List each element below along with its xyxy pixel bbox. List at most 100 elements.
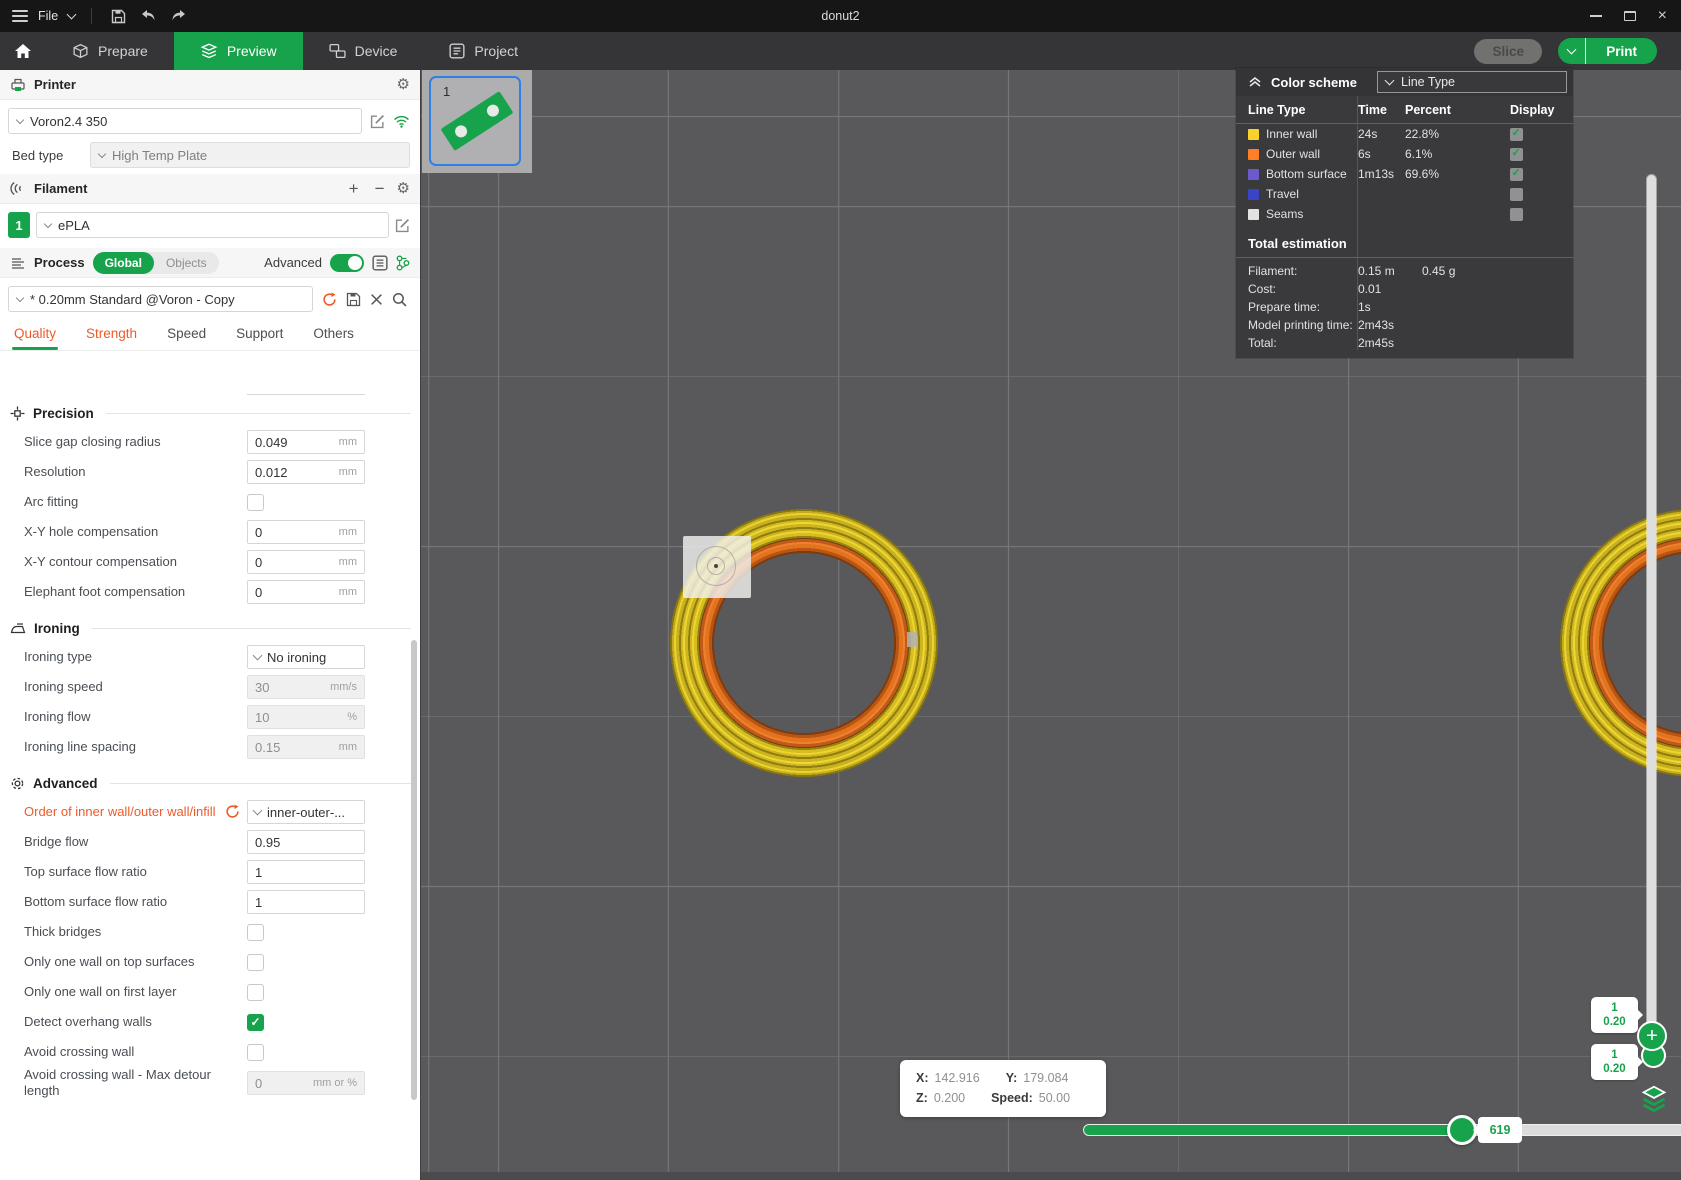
input-value: 0.012 [255,464,288,480]
process-tab-strength[interactable]: Strength [86,326,137,350]
nozzle-position-indicator [683,536,751,598]
line-type-time: 24s [1358,127,1378,141]
advanced-mode-label: Advanced [264,255,322,270]
remove-filament-button[interactable]: − [371,180,389,197]
process-preset-select[interactable]: * 0.20mm Standard @Voron - Copy [8,286,313,312]
tab-preview[interactable]: Preview [173,32,303,70]
hamburger-menu-icon[interactable] [12,10,28,22]
filament-settings-gear-icon[interactable]: ⚙ [397,181,410,196]
wifi-connection-icon[interactable] [393,115,410,128]
edit-printer-icon[interactable] [370,114,385,129]
move-slider-track[interactable] [1083,1124,1681,1136]
print-button[interactable]: Print [1558,38,1657,64]
setting-control [247,983,365,1001]
checkbox-unchecked[interactable] [247,1043,264,1061]
process-tab-others[interactable]: Others [313,326,354,350]
reset-preset-icon[interactable] [322,292,337,307]
setting-select[interactable]: inner-outer-... [247,800,365,824]
printer-settings-gear-icon[interactable]: ⚙ [397,77,410,92]
redo-icon[interactable] [168,7,188,25]
printer-select[interactable]: Voron2.4 350 [8,108,362,134]
setting-input[interactable]: 1 [247,860,365,884]
group-header-ironing: Ironing [0,607,421,642]
total-value-2: 0.45 g [1422,264,1456,278]
process-tab-support[interactable]: Support [236,326,283,350]
layers-stack-icon [1641,1085,1667,1113]
settings-scroll-area[interactable]: Precision Slice gap closing radius 0.049 mm… [0,392,421,1180]
setting-input[interactable]: 0 mm [247,520,365,544]
edit-filament-icon[interactable] [395,218,410,233]
slice-button[interactable]: Slice [1474,38,1543,64]
checkbox-unchecked[interactable] [247,953,264,971]
print-dropdown-chevron-icon[interactable] [1558,38,1587,64]
setting-input[interactable]: 0 mm [247,550,365,574]
display-checkbox-unchecked[interactable] [1510,207,1523,221]
y-value: 179.084 [1023,1071,1069,1085]
setting-input[interactable]: 0 mm [247,580,365,604]
setting-input[interactable]: 0.95 [247,830,365,854]
setting-control [247,493,365,511]
setting-select[interactable]: No ironing [247,645,365,669]
plate-thumbnail[interactable]: 1 [429,76,521,166]
setting-input[interactable]: 0.049 mm [247,430,365,454]
reset-setting-icon[interactable] [225,804,241,820]
save-preset-icon[interactable] [346,292,361,307]
undo-icon[interactable] [138,7,158,25]
setting-control [247,953,365,971]
process-tab-speed[interactable]: Speed [167,326,206,350]
view-mode-select[interactable]: Line Type [1377,71,1567,93]
chevron-down-icon [15,293,25,302]
filament-section-header: Filament + − ⚙ [0,174,420,204]
layer-slider-track[interactable] [1647,175,1656,1048]
setting-input[interactable]: 0.012 mm [247,460,365,484]
compare-presets-icon[interactable] [396,254,410,271]
tab-project[interactable]: Project [423,32,544,70]
home-button[interactable] [0,32,46,70]
file-menu[interactable]: File [38,9,58,23]
display-checkbox-checked[interactable] [1510,146,1523,161]
sliced-donut-right[interactable] [1560,509,1681,777]
line-type-name: Seams [1266,207,1304,221]
tab-prepare[interactable]: Prepare [46,32,174,70]
scope-global[interactable]: Global [92,251,154,274]
input-value: 0.049 [255,434,288,450]
display-checkbox-unchecked[interactable] [1510,187,1523,201]
bed-type-select[interactable]: High Temp Plate [90,142,410,168]
checkbox-unchecked[interactable] [247,923,264,941]
layers-view-button[interactable] [1640,1085,1668,1113]
legend-row-travel: Travel [1236,184,1573,204]
add-filament-button[interactable]: + [345,180,363,197]
filament-slot-badge[interactable]: 1 [8,212,30,238]
input-unit: mm [338,436,357,448]
speed-value: 50.00 [1038,1091,1071,1105]
delete-preset-icon[interactable] [370,293,383,306]
chevron-down-icon[interactable] [66,9,77,20]
display-checkbox-checked[interactable] [1510,126,1523,141]
maximize-button[interactable] [1623,11,1636,21]
setting-input: 0.15 mm [247,735,365,759]
input-unit: mm/s [330,681,357,693]
setting-input[interactable]: 1 [247,890,365,914]
process-tab-quality[interactable]: Quality [11,326,59,350]
advanced-mode-toggle[interactable] [330,253,364,272]
settings-scrollbar[interactable] [411,640,417,1100]
search-icon[interactable] [392,292,407,307]
setting-label: Top surface flow ratio [24,863,147,879]
legend-row-inner-wall: Inner wall 24s 22.8% [1236,124,1573,144]
filament-select[interactable]: ePLA [36,212,389,238]
checkbox-checked[interactable] [247,1013,264,1031]
layer-slider-upper-handle[interactable]: + [1637,1021,1667,1051]
preset-list-icon[interactable] [372,254,388,271]
checkbox-unchecked[interactable] [247,493,264,511]
input-value: 1 [255,864,263,880]
display-checkbox-checked[interactable] [1510,166,1523,181]
process-scope-toggle[interactable]: Global Objects [92,251,219,274]
close-button[interactable]: × [1658,8,1667,24]
minimize-button[interactable] [1589,15,1602,17]
collapse-panel-icon[interactable] [1248,76,1262,88]
tab-device[interactable]: Device [303,32,424,70]
save-icon[interactable] [108,7,128,25]
setting-label: Only one wall on top surfaces [24,953,195,969]
checkbox-unchecked[interactable] [247,983,264,1001]
scope-objects[interactable]: Objects [154,252,219,274]
